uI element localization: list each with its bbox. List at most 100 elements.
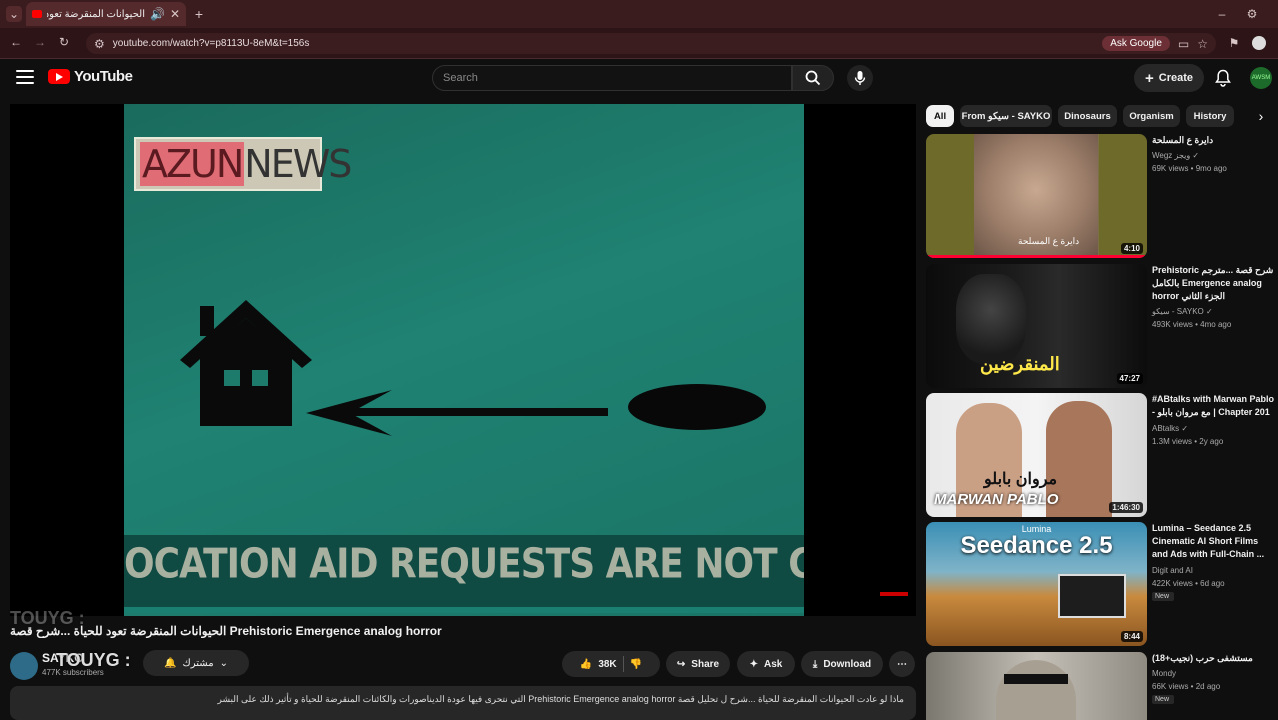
- subscribed-button[interactable]: 🔔 مشترك ⌄: [143, 650, 249, 676]
- rec-meta: 1.3M views • 2y ago: [1152, 437, 1224, 446]
- arrow-shaft: [346, 408, 608, 416]
- chip-organism[interactable]: Organism: [1123, 105, 1180, 127]
- like-dislike-group[interactable]: 👍 38K 👎: [562, 651, 660, 677]
- settings-icon[interactable]: ⚙: [1244, 5, 1260, 23]
- subscribed-label: مشترك: [182, 657, 214, 669]
- rec-channel[interactable]: سيكو - SAYKO ✓: [1152, 306, 1276, 317]
- url-text: youtube.com/watch?v=p8113U-8eM&t=156s: [112, 38, 310, 49]
- new-badge: New: [1152, 592, 1174, 601]
- channel-avatar[interactable]: [10, 652, 38, 680]
- more-actions-button[interactable]: ⋯: [889, 651, 915, 677]
- share-label: Share: [691, 658, 720, 670]
- rec-title[interactable]: #ABtalks with Marwan Pablo - مع مروان با…: [1152, 393, 1276, 419]
- person-image: [996, 660, 1076, 720]
- rec-meta: 422K views • 6d ago: [1152, 579, 1225, 588]
- video-thumbnail[interactable]: دايرة ع المسلحة 4:10: [926, 134, 1147, 258]
- thumbnail-caption: Seedance 2.5: [960, 532, 1113, 559]
- browser-tab-bar: ⌄ الحيوانات المنقرضة تعود للح 🔊 ✕ + – ⚙: [0, 0, 1278, 28]
- forward-icon[interactable]: →: [32, 34, 48, 50]
- close-tab-icon[interactable]: ✕: [170, 7, 180, 21]
- tab-title: الحيوانات المنقرضة تعود للح: [47, 8, 145, 20]
- voice-search-button[interactable]: [847, 65, 873, 91]
- duration-badge: 4:10: [1120, 243, 1143, 254]
- minimize-icon[interactable]: –: [1214, 5, 1230, 23]
- share-icon: ↪: [676, 658, 686, 670]
- rec-channel[interactable]: Wegz ويجز ✓: [1152, 150, 1276, 161]
- duration-badge: 47:27: [1116, 373, 1143, 384]
- chevron-down-icon: ⌄: [219, 657, 228, 669]
- profile-icon[interactable]: [1252, 36, 1266, 50]
- video-bottom-strip: [124, 607, 804, 613]
- bookmark-star-icon[interactable]: ☆: [1197, 37, 1208, 51]
- download-button[interactable]: ⤓ Download: [801, 651, 883, 677]
- video-thumbnail[interactable]: مروان بابلو MARWAN PABLO 1:46:30: [926, 393, 1147, 517]
- rec-title[interactable]: Prehistoric شرح قصة ...مترجم بالكامل Eme…: [1152, 264, 1276, 303]
- ask-google-button[interactable]: Ask Google: [1102, 36, 1170, 51]
- new-badge: New: [1152, 695, 1174, 704]
- duration-badge: 8:44: [1120, 631, 1143, 642]
- chip-dinosaurs[interactable]: Dinosaurs: [1058, 105, 1117, 127]
- video-thumbnail[interactable]: [926, 652, 1147, 720]
- reload-icon[interactable]: ↻: [56, 34, 72, 50]
- house-icon: [180, 300, 312, 426]
- chevron-right-icon[interactable]: ›: [1254, 107, 1268, 125]
- avatar-text: AWSM: [1251, 75, 1271, 81]
- back-icon[interactable]: ←: [8, 34, 24, 50]
- screen-image: [1058, 574, 1126, 618]
- chip-label: Dinosaurs: [1064, 110, 1111, 122]
- share-button[interactable]: ↪ Share: [666, 651, 730, 677]
- download-icon: ⤓: [812, 658, 818, 670]
- chip-history[interactable]: History: [1186, 105, 1234, 127]
- rec-channel[interactable]: Mondy: [1152, 668, 1276, 679]
- account-avatar[interactable]: AWSM: [1250, 67, 1272, 89]
- rec-channel[interactable]: ABtalks ✓: [1152, 423, 1276, 434]
- thumbnail-caption: المنقرضين: [980, 354, 1060, 374]
- search-input[interactable]: Search: [432, 65, 792, 91]
- tab-list-icon[interactable]: ⌄: [6, 6, 22, 22]
- touyg-overlay-text: TOUYG :: [56, 650, 131, 670]
- url-bar[interactable]: ⚙ youtube.com/watch?v=p8113U-8eM&t=156s …: [86, 33, 1216, 54]
- azun-news-logo: AZUN NEWS: [134, 137, 352, 191]
- rec-title[interactable]: Lumina – Seedance 2.5 Cinematic AI Short…: [1152, 522, 1276, 561]
- like-divider: [622, 656, 624, 672]
- menu-icon[interactable]: [16, 70, 34, 84]
- site-info-icon[interactable]: ⚙: [94, 37, 105, 51]
- plus-icon: +: [1144, 69, 1154, 87]
- watched-progress-bar: [926, 255, 1147, 258]
- duration-badge: 1:46:30: [1109, 502, 1143, 513]
- cast-icon[interactable]: ▭: [1178, 37, 1189, 51]
- rec-channel[interactable]: Digit and AI: [1152, 565, 1276, 576]
- ask-label: Ask: [764, 658, 783, 670]
- ask-google-label: Ask Google: [1110, 38, 1162, 49]
- rec-title[interactable]: دايرة ع المسلحة: [1152, 134, 1276, 147]
- audio-icon[interactable]: 🔊: [150, 7, 165, 21]
- video-title: الحيوانات المنقرضة تعود للحياة ...شرح قص…: [10, 624, 442, 638]
- notifications-button[interactable]: [1213, 68, 1233, 88]
- progress-indicator[interactable]: [880, 592, 908, 596]
- rec-meta: 66K views • 2d ago: [1152, 682, 1221, 691]
- browser-tab[interactable]: الحيوانات المنقرضة تعود للح 🔊 ✕: [26, 2, 186, 26]
- extension-icon[interactable]: ⚑: [1226, 35, 1242, 51]
- video-thumbnail[interactable]: المنقرضين 47:27: [926, 264, 1147, 388]
- like-icon[interactable]: 👍: [580, 659, 592, 670]
- chip-label: Organism: [1129, 110, 1174, 122]
- description-box[interactable]: ماذا لو عادت الحيوانات المنقرضة للحياة .…: [10, 686, 916, 720]
- chip-from-channel[interactable]: From سيكو - SAYKO: [960, 105, 1052, 127]
- like-count: 38K: [598, 658, 617, 670]
- create-label: Create: [1158, 72, 1193, 84]
- rec-title[interactable]: مستشفى حرب (نجيب+18): [1152, 652, 1276, 665]
- chip-label: History: [1193, 110, 1227, 122]
- bell-icon: 🔔: [164, 657, 177, 669]
- new-tab-icon[interactable]: +: [191, 5, 207, 23]
- youtube-logo[interactable]: YouTube: [48, 68, 133, 85]
- video-thumbnail[interactable]: Lumina Seedance 2.5 8:44: [926, 522, 1147, 646]
- ask-button[interactable]: ✦ Ask: [737, 651, 795, 677]
- news-logo-part1: AZUN: [140, 142, 244, 186]
- thumbnail-caption: دايرة ع المسلحة: [1018, 236, 1080, 246]
- chip-label: All: [933, 110, 947, 122]
- search-button[interactable]: [792, 65, 834, 91]
- create-button[interactable]: + Create: [1134, 64, 1204, 92]
- dislike-icon[interactable]: 👎: [630, 659, 642, 670]
- bell-icon: [1215, 69, 1231, 87]
- chip-all[interactable]: All: [926, 105, 954, 127]
